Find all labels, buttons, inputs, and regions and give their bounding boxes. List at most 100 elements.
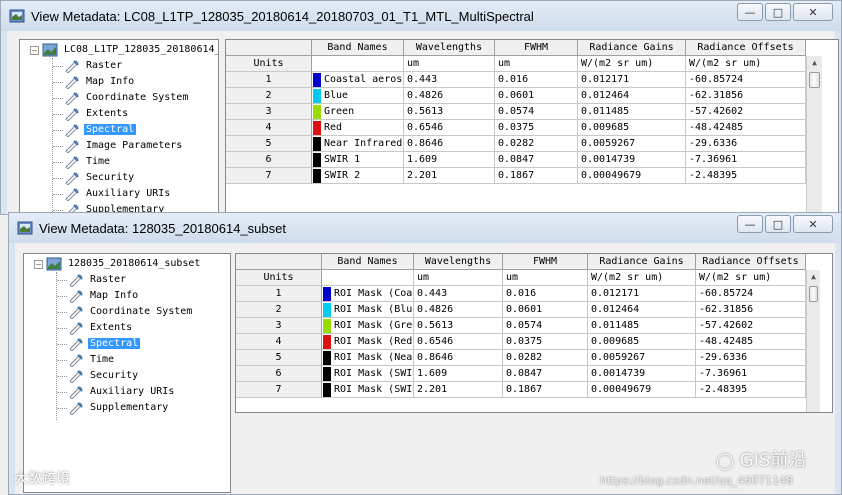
column-header[interactable]: FWHM [503,254,588,270]
table-cell[interactable]: Green [312,104,404,120]
column-header[interactable]: Radiance Offsets [696,254,806,270]
table-cell[interactable]: -62.31856 [696,302,806,318]
table-cell[interactable]: -7.36961 [696,366,806,382]
table-cell[interactable]: 0.0375 [503,334,588,350]
tree-item-security[interactable]: Security [64,171,136,185]
tree-collapse-toggle[interactable]: – [34,260,43,269]
tree-root-node[interactable]: LC08_L1TP_128035_20180614_ [42,43,218,57]
row-number[interactable]: 4 [236,334,322,350]
row-number[interactable]: 2 [226,88,312,104]
table-cell[interactable]: 0.0282 [495,136,578,152]
tree-item-auxiliary-uris[interactable]: Auxiliary URIs [68,385,176,399]
tree-item-extents[interactable]: Extents [68,321,134,335]
column-header[interactable]: Wavelengths [404,40,495,56]
unit-cell[interactable]: W/(m2 sr um) [696,270,806,286]
table-cell[interactable]: 0.012464 [578,88,686,104]
tree-item-raster[interactable]: Raster [68,273,128,287]
scroll-thumb[interactable] [809,286,818,302]
table-cell[interactable]: ROI Mask (Near [322,350,414,366]
table-cell[interactable]: Near Infrared [312,136,404,152]
tree-item-image-parameters[interactable]: Image Parameters [64,139,184,153]
table-cell[interactable]: 0.0847 [495,152,578,168]
close-button[interactable]: ✕ [793,3,833,21]
row-number[interactable]: 2 [236,302,322,318]
column-header[interactable]: Radiance Gains [588,254,696,270]
table-cell[interactable]: 0.443 [414,286,503,302]
unit-cell[interactable]: um [414,270,503,286]
tree-collapse-toggle[interactable]: – [30,46,39,55]
minimize-button[interactable]: — [737,3,763,21]
table-cell[interactable]: -57.42602 [696,318,806,334]
table-cell[interactable]: 0.011485 [578,104,686,120]
table-cell[interactable]: Coastal aeroso [312,72,404,88]
row-number[interactable]: 6 [226,152,312,168]
row-number[interactable]: 3 [236,318,322,334]
vertical-scrollbar[interactable]: ▲ [806,270,820,412]
table-cell[interactable]: 0.1867 [495,168,578,184]
scroll-up-arrow[interactable]: ▲ [807,270,820,284]
tree-root-node[interactable]: 128035_20180614_subset [46,257,202,271]
tree-item-time[interactable]: Time [68,353,116,367]
tree-item-security[interactable]: Security [68,369,140,383]
table-cell[interactable]: 0.5613 [414,318,503,334]
table-cell[interactable]: 0.009685 [578,120,686,136]
row-number[interactable]: 4 [226,120,312,136]
title-bar[interactable]: View Metadata: 128035_20180614_subset — … [9,213,841,243]
unit-cell[interactable]: W/(m2 sr um) [686,56,806,72]
column-header[interactable]: Band Names [322,254,414,270]
tree-item-time[interactable]: Time [64,155,112,169]
table-cell[interactable]: 0.016 [495,72,578,88]
table-cell[interactable]: 0.0847 [503,366,588,382]
table-cell[interactable]: 0.0014739 [588,366,696,382]
table-cell[interactable]: 0.0014739 [578,152,686,168]
tree-item-coordinate-system[interactable]: Coordinate System [68,305,194,319]
table-cell[interactable]: 0.009685 [588,334,696,350]
column-header[interactable]: Radiance Gains [578,40,686,56]
table-cell[interactable]: ROI Mask (Red) [322,334,414,350]
table-cell[interactable]: 0.6546 [404,120,495,136]
table-cell[interactable]: -60.85724 [686,72,806,88]
unit-cell[interactable]: um [404,56,495,72]
vertical-scrollbar[interactable]: ▲ [806,56,822,216]
tree-item-coordinate-system[interactable]: Coordinate System [64,91,190,105]
table-cell[interactable]: 2.201 [414,382,503,398]
scroll-up-arrow[interactable]: ▲ [807,56,822,70]
table-cell[interactable]: -48.42485 [686,120,806,136]
row-number[interactable]: 7 [236,382,322,398]
table-cell[interactable]: 0.4826 [404,88,495,104]
row-number[interactable]: 1 [226,72,312,88]
table-cell[interactable]: ROI Mask (Coas [322,286,414,302]
tree-item-spectral[interactable]: Spectral [64,123,137,137]
table-cell[interactable]: 0.0375 [495,120,578,136]
unit-cell[interactable]: um [503,270,588,286]
unit-cell[interactable]: um [495,56,578,72]
tree-item-extents[interactable]: Extents [64,107,130,121]
table-cell[interactable]: -57.42602 [686,104,806,120]
row-number[interactable]: 6 [236,366,322,382]
table-cell[interactable]: 0.5613 [404,104,495,120]
row-number[interactable]: 5 [236,350,322,366]
close-button[interactable]: ✕ [793,215,833,233]
maximize-button[interactable]: □ [765,215,791,233]
table-cell[interactable]: 0.0282 [503,350,588,366]
tree-item-map-info[interactable]: Map Info [68,289,140,303]
table-cell[interactable]: -7.36961 [686,152,806,168]
scroll-thumb[interactable] [809,72,820,88]
table-cell[interactable]: 0.012171 [578,72,686,88]
row-number[interactable]: 1 [236,286,322,302]
table-cell[interactable]: 2.201 [404,168,495,184]
table-cell[interactable]: -29.6336 [696,350,806,366]
maximize-button[interactable]: □ [765,3,791,21]
table-cell[interactable]: 0.4826 [414,302,503,318]
table-cell[interactable]: 0.016 [503,286,588,302]
table-cell[interactable]: ROI Mask (Blue [322,302,414,318]
table-cell[interactable]: 0.0601 [495,88,578,104]
unit-cell[interactable]: W/(m2 sr um) [588,270,696,286]
table-cell[interactable]: 0.1867 [503,382,588,398]
table-cell[interactable]: 0.011485 [588,318,696,334]
table-cell[interactable]: 0.8646 [414,350,503,366]
row-number[interactable]: 5 [226,136,312,152]
table-cell[interactable]: -62.31856 [686,88,806,104]
table-cell[interactable]: -60.85724 [696,286,806,302]
table-cell[interactable]: SWIR 2 [312,168,404,184]
